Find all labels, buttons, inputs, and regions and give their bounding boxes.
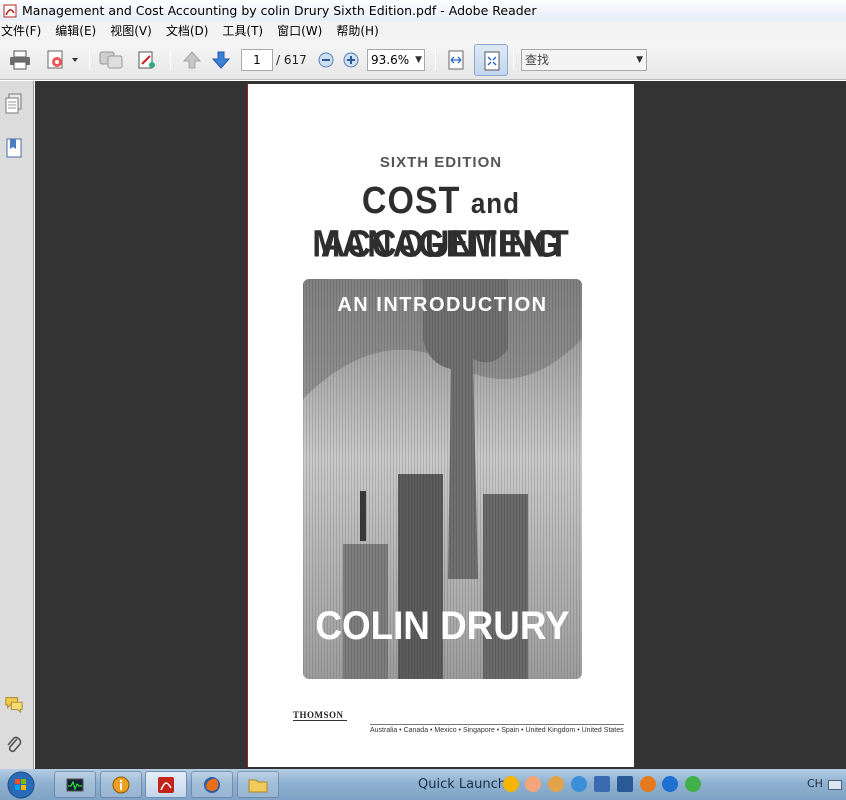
chevron-down-icon: ▼ — [415, 55, 422, 65]
navigation-pane — [0, 81, 34, 769]
window-title: Management and Cost Accounting by colin … — [22, 3, 537, 18]
menu-view[interactable]: 视图(V) — [110, 22, 152, 39]
next-page-icon[interactable] — [209, 48, 233, 72]
zoom-in-icon[interactable] — [341, 48, 361, 72]
firefox-tray-icon[interactable] — [640, 776, 656, 792]
fit-page-icon — [481, 50, 503, 75]
qq-icon[interactable] — [548, 776, 564, 792]
menu-tools[interactable]: 工具(T) — [222, 22, 263, 39]
publisher-rule — [293, 720, 347, 721]
collaborate-icon[interactable] — [97, 48, 125, 72]
book-subtitle: AN INTRODUCTION — [337, 294, 548, 316]
attachments-icon[interactable] — [4, 734, 24, 756]
cover-photo: AN INTRODUCTION COLIN DRURY — [303, 279, 582, 679]
fit-width-icon[interactable] — [444, 48, 468, 72]
menu-help[interactable]: 帮助(H) — [336, 22, 378, 39]
book-title-line-2: ACCOUNTING — [320, 222, 562, 266]
menu-window[interactable]: 窗口(W) — [277, 22, 322, 39]
adobe-reader-task[interactable] — [145, 771, 187, 798]
pdf-page: SIXTH EDITION COST and MANAGEMENT ACCOUN… — [247, 84, 634, 767]
zoom-select[interactable]: 93.6% ▼ — [367, 49, 425, 71]
refresh-icon[interactable] — [685, 776, 701, 792]
adobe-reader-icon — [158, 776, 174, 793]
page-total: / 617 — [276, 53, 307, 67]
zoom-out-icon[interactable] — [316, 48, 336, 72]
adobe-reader-icon — [2, 3, 18, 19]
skype-icon[interactable] — [662, 776, 678, 792]
firefox-icon[interactable] — [191, 771, 233, 798]
start-button[interactable] — [2, 769, 40, 800]
search-placeholder: 查找 — [525, 53, 550, 67]
menu-document[interactable]: 文档(D) — [166, 22, 209, 39]
save-copy-icon[interactable] — [44, 48, 80, 72]
menu-file[interactable]: 文件(F) — [1, 22, 41, 39]
sign-icon[interactable] — [135, 48, 159, 72]
book-author: COLIN DRURY — [315, 604, 570, 648]
network-icon[interactable] — [617, 776, 633, 792]
explorer-icon[interactable] — [237, 771, 279, 798]
chat-icon[interactable] — [525, 776, 541, 792]
edition-label: SIXTH EDITION — [379, 154, 503, 171]
search-input[interactable]: 查找 ▼ — [521, 49, 647, 71]
title-bar: Management and Cost Accounting by colin … — [0, 0, 846, 21]
publisher-logo: THOMSON — [293, 710, 344, 720]
menu-bar: 文件(F) 编辑(E) 视图(V) 文档(D) 工具(T) 窗口(W) 帮助(H… — [0, 21, 846, 40]
menu-edit[interactable]: 编辑(E) — [55, 22, 96, 39]
title-word-and: and — [470, 186, 521, 220]
bookmarks-icon[interactable] — [4, 137, 24, 159]
language-indicator[interactable]: CH — [807, 777, 823, 790]
publisher-countries: Australia • Canada • Mexico • Singapore … — [370, 724, 624, 734]
title-word-cost: COST — [361, 179, 461, 222]
messenger-icon[interactable] — [503, 776, 519, 792]
task-manager-icon[interactable] — [54, 771, 96, 798]
quick-launch-label: Quick Launch — [418, 777, 506, 792]
ie-icon[interactable] — [571, 776, 587, 792]
zoom-value: 93.6% — [371, 53, 410, 67]
comments-icon[interactable] — [4, 693, 24, 715]
previous-page-icon[interactable] — [180, 48, 204, 72]
info-icon[interactable] — [100, 771, 142, 798]
document-viewport[interactable]: SIXTH EDITION COST and MANAGEMENT ACCOUN… — [35, 81, 846, 769]
fit-page-button[interactable] — [474, 44, 508, 76]
page-number-input[interactable]: 1 — [241, 49, 273, 71]
desktop-icon[interactable] — [594, 776, 610, 792]
keyboard-icon[interactable] — [828, 780, 842, 790]
print-icon[interactable] — [8, 48, 32, 72]
pages-icon[interactable] — [4, 93, 24, 115]
chevron-down-icon: ▼ — [636, 55, 643, 65]
